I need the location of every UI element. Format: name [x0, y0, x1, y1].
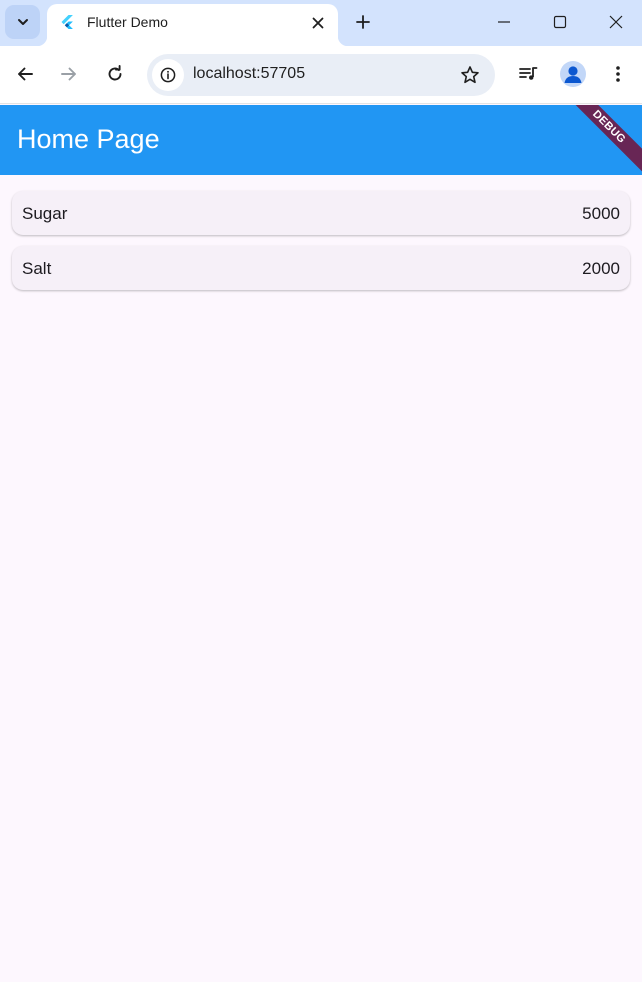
browser-tab[interactable]: Flutter Demo — [37, 4, 348, 46]
info-icon — [160, 67, 176, 83]
new-tab-button[interactable] — [350, 9, 376, 35]
browser-toolbar: localhost:57705 — [0, 46, 642, 104]
arrow-left-icon — [18, 67, 33, 81]
forward-button[interactable] — [54, 59, 84, 89]
close-icon — [609, 15, 623, 29]
minimize-button[interactable] — [476, 0, 532, 44]
playlist-music-icon — [519, 67, 538, 80]
tab-title: Flutter Demo — [87, 14, 168, 30]
reload-button[interactable] — [100, 59, 130, 89]
close-window-button[interactable] — [588, 0, 642, 44]
item-quantity: 2000 — [582, 259, 620, 278]
browser-menu-button[interactable] — [603, 59, 633, 89]
item-name: Sugar — [22, 204, 68, 223]
close-icon — [312, 17, 324, 29]
back-button[interactable] — [10, 59, 40, 89]
plus-icon — [356, 15, 370, 29]
maximize-button[interactable] — [532, 0, 588, 44]
tab-search-button[interactable] — [5, 5, 40, 39]
reload-icon — [108, 65, 122, 81]
star-icon — [461, 66, 479, 84]
tab-close-button[interactable] — [308, 13, 328, 33]
url-text: localhost:57705 — [193, 65, 306, 82]
person-icon — [564, 66, 582, 83]
list-item[interactable]: Sugar 5000 — [12, 191, 630, 235]
page-title: Home Page — [17, 124, 160, 154]
item-quantity: 5000 — [582, 204, 620, 223]
profile-avatar[interactable] — [560, 61, 586, 87]
bookmark-button[interactable] — [459, 64, 481, 86]
maximize-icon — [553, 15, 567, 29]
more-vert-icon — [616, 66, 620, 82]
app-bar: Home Page DEBUG — [0, 105, 642, 175]
media-controls-button[interactable] — [513, 59, 543, 89]
debug-banner: DEBUG — [560, 105, 642, 175]
address-bar[interactable]: localhost:57705 — [147, 54, 495, 96]
flutter-logo-icon — [61, 15, 73, 29]
item-list: Sugar 5000 Salt 2000 — [0, 175, 642, 982]
arrow-right-icon — [61, 67, 76, 81]
tab-strip: Flutter Demo — [0, 0, 642, 46]
chevron-down-icon — [17, 19, 28, 25]
minimize-icon — [498, 21, 510, 23]
item-name: Salt — [22, 259, 52, 278]
list-item[interactable]: Salt 2000 — [12, 246, 630, 290]
site-info-button[interactable] — [152, 59, 184, 91]
